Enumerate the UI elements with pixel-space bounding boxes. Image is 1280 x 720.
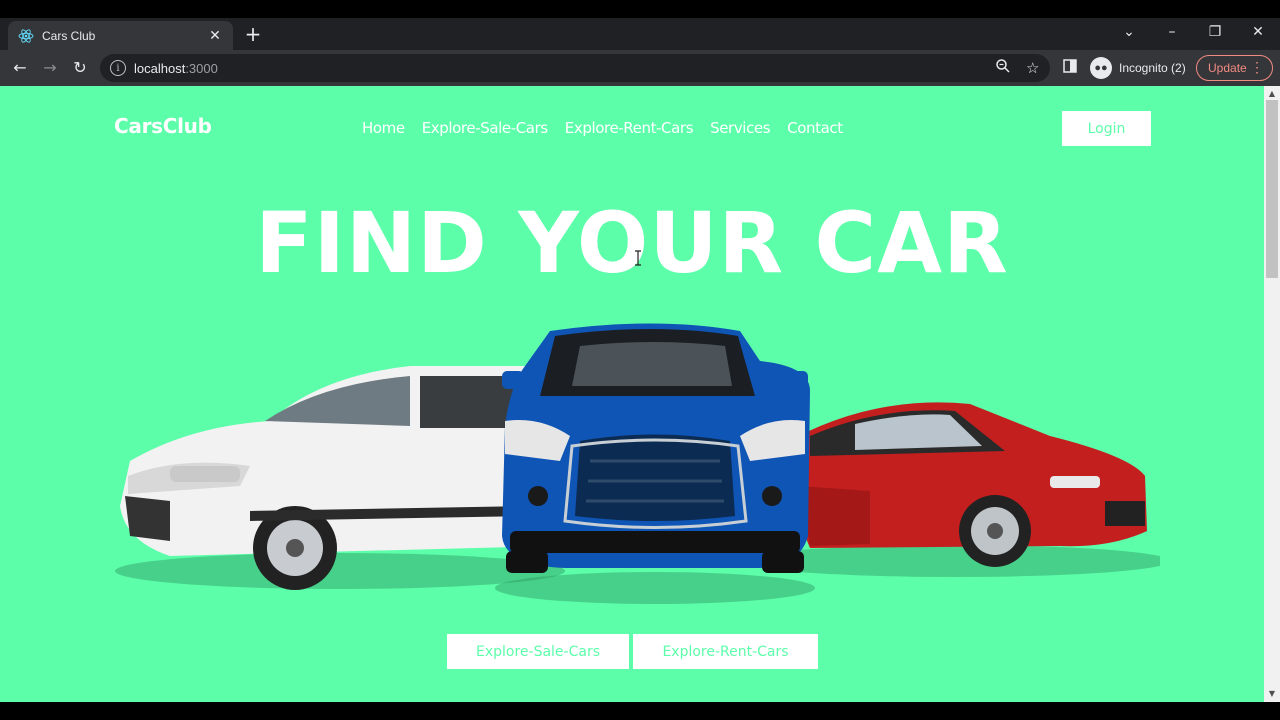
minimize-icon[interactable]: –: [1162, 22, 1182, 42]
close-icon[interactable]: ✕: [207, 28, 223, 44]
incognito-label: Incognito (2): [1119, 61, 1186, 75]
tab-strip: Cars Club ✕ + ⌄ – ❐ ✕: [0, 18, 1280, 50]
nav-explore-sale-cars[interactable]: Explore-Sale-Cars: [422, 119, 548, 137]
sidepanel-icon[interactable]: [1062, 58, 1078, 78]
screen-bottom-border: [0, 702, 1280, 720]
nav-home[interactable]: Home: [362, 119, 405, 137]
address-bar[interactable]: i localhost:3000: [100, 54, 1050, 82]
chevron-down-icon[interactable]: ⌄: [1119, 22, 1139, 42]
blue-car: [502, 323, 810, 573]
browser-tab[interactable]: Cars Club ✕: [8, 21, 233, 50]
url-host: localhost: [134, 60, 186, 76]
update-label: Update: [1208, 61, 1247, 75]
red-car: [780, 402, 1147, 567]
page-viewport: CarsClub Home Explore-Sale-Cars Explore-…: [0, 86, 1264, 702]
nav-explore-rent-cars[interactable]: Explore-Rent-Cars: [565, 119, 694, 137]
forward-arrow-icon[interactable]: →: [39, 58, 61, 78]
restore-icon[interactable]: ❐: [1205, 22, 1225, 42]
info-icon[interactable]: i: [110, 60, 126, 76]
nav-contact[interactable]: Contact: [787, 119, 843, 137]
reload-icon[interactable]: ↻: [69, 58, 91, 78]
nav-services[interactable]: Services: [710, 119, 770, 137]
text-cursor-icon: [635, 250, 641, 266]
incognito-icon: ●●: [1090, 57, 1112, 79]
window-close-icon[interactable]: ✕: [1248, 22, 1268, 42]
react-icon: [18, 28, 34, 44]
cta-explore-rent-button[interactable]: Explore-Rent-Cars: [633, 634, 818, 669]
tab-title: Cars Club: [42, 28, 96, 43]
page-scrollbar[interactable]: ▲ ▼: [1264, 86, 1280, 702]
kebab-icon[interactable]: ⋮: [1250, 59, 1264, 76]
white-car: [120, 366, 550, 590]
login-button[interactable]: Login: [1062, 111, 1151, 146]
scrollbar-thumb[interactable]: [1266, 100, 1278, 278]
zoom-icon[interactable]: [995, 58, 1011, 78]
hero-title: FIND YOUR CAR: [255, 194, 1009, 292]
back-arrow-icon[interactable]: ←: [9, 58, 31, 78]
screen-top-border: [0, 0, 1280, 18]
cta-explore-sale-button[interactable]: Explore-Sale-Cars: [447, 634, 629, 669]
scroll-down-arrow-icon[interactable]: ▼: [1264, 688, 1280, 700]
scroll-up-arrow-icon[interactable]: ▲: [1264, 88, 1280, 100]
incognito-profile[interactable]: ●● Incognito (2): [1090, 56, 1186, 80]
hero-cars-image: [115, 323, 1160, 604]
update-button[interactable]: Update ⋮: [1196, 55, 1273, 81]
star-icon[interactable]: ☆: [1026, 58, 1039, 78]
main-nav: Home Explore-Sale-Cars Explore-Rent-Cars…: [362, 119, 843, 137]
plus-icon[interactable]: +: [243, 24, 263, 44]
site-logo[interactable]: CarsClub: [114, 114, 212, 138]
url-port: :3000: [185, 60, 218, 76]
